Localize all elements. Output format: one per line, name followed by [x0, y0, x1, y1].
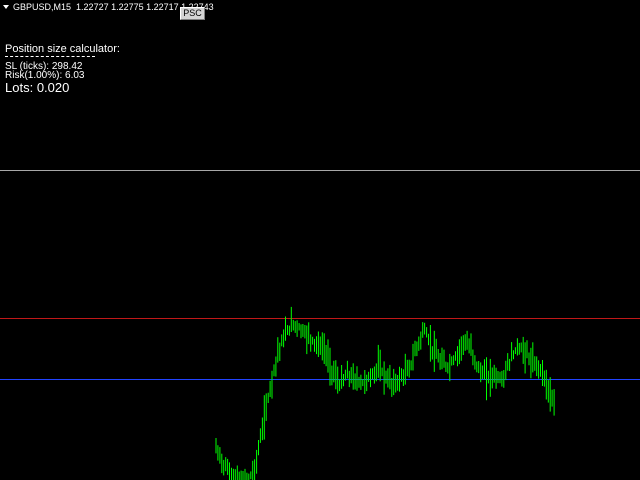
- price-chart: [215, 306, 555, 480]
- chart-window[interactable]: GBPUSD,M15 1.22727 1.22775 1.22717 1.227…: [0, 0, 640, 480]
